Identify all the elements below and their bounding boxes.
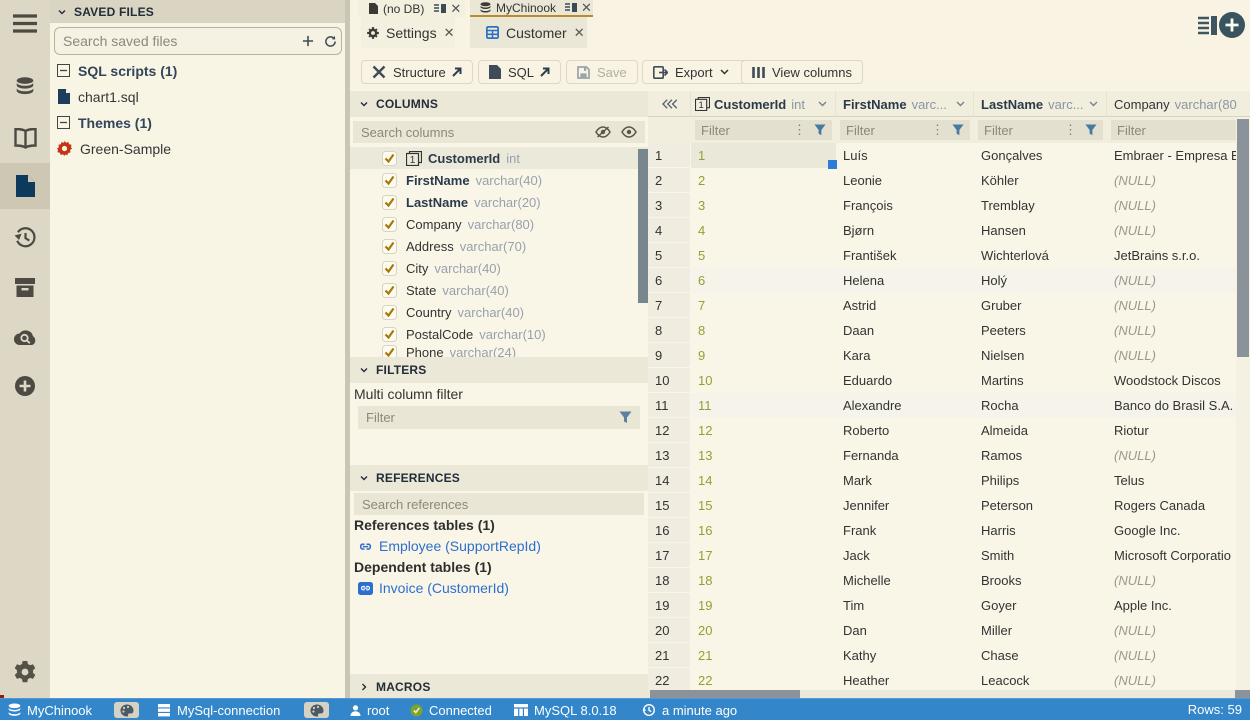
svg-text:1: 1 <box>410 155 416 166</box>
svg-text:1: 1 <box>698 100 703 110</box>
